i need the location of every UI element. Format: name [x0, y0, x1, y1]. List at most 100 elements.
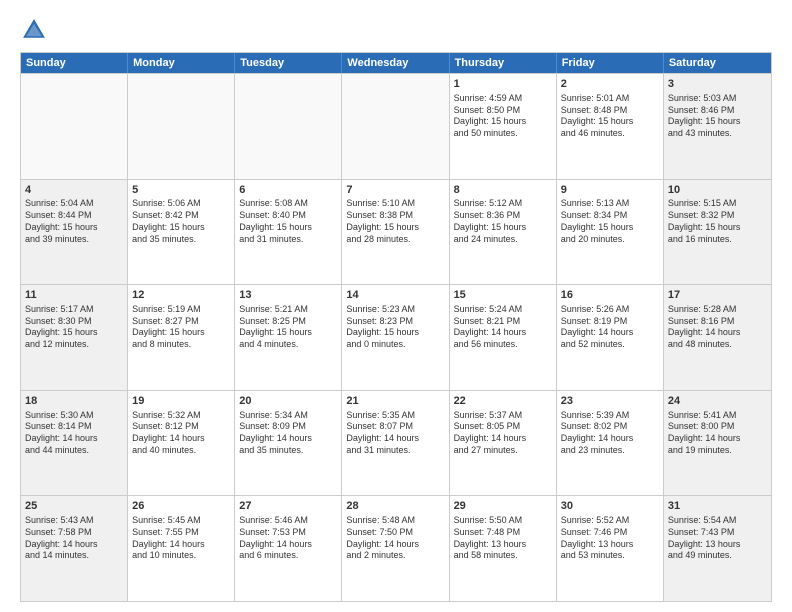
cell-text: Sunrise: 5:10 AM Sunset: 8:38 PM Dayligh…	[346, 198, 444, 245]
calendar-cell: 9Sunrise: 5:13 AM Sunset: 8:34 PM Daylig…	[557, 180, 664, 285]
weekday-header: Tuesday	[235, 53, 342, 73]
calendar-cell: 27Sunrise: 5:46 AM Sunset: 7:53 PM Dayli…	[235, 496, 342, 601]
cell-text: Sunrise: 5:17 AM Sunset: 8:30 PM Dayligh…	[25, 304, 123, 351]
calendar-row: 25Sunrise: 5:43 AM Sunset: 7:58 PM Dayli…	[21, 495, 771, 601]
day-number: 22	[454, 394, 552, 409]
calendar-cell: 5Sunrise: 5:06 AM Sunset: 8:42 PM Daylig…	[128, 180, 235, 285]
cell-text: Sunrise: 5:19 AM Sunset: 8:27 PM Dayligh…	[132, 304, 230, 351]
calendar-row: 4Sunrise: 5:04 AM Sunset: 8:44 PM Daylig…	[21, 179, 771, 285]
cell-text: Sunrise: 5:41 AM Sunset: 8:00 PM Dayligh…	[668, 410, 767, 457]
day-number: 10	[668, 183, 767, 198]
cell-text: Sunrise: 5:08 AM Sunset: 8:40 PM Dayligh…	[239, 198, 337, 245]
calendar-cell: 29Sunrise: 5:50 AM Sunset: 7:48 PM Dayli…	[450, 496, 557, 601]
calendar-cell: 22Sunrise: 5:37 AM Sunset: 8:05 PM Dayli…	[450, 391, 557, 496]
cell-text: Sunrise: 5:06 AM Sunset: 8:42 PM Dayligh…	[132, 198, 230, 245]
day-number: 24	[668, 394, 767, 409]
calendar-cell	[342, 74, 449, 179]
day-number: 19	[132, 394, 230, 409]
cell-text: Sunrise: 5:12 AM Sunset: 8:36 PM Dayligh…	[454, 198, 552, 245]
day-number: 4	[25, 183, 123, 198]
cell-text: Sunrise: 5:39 AM Sunset: 8:02 PM Dayligh…	[561, 410, 659, 457]
calendar-cell	[128, 74, 235, 179]
logo-icon	[20, 16, 48, 44]
calendar-cell: 4Sunrise: 5:04 AM Sunset: 8:44 PM Daylig…	[21, 180, 128, 285]
cell-text: Sunrise: 5:50 AM Sunset: 7:48 PM Dayligh…	[454, 515, 552, 562]
day-number: 26	[132, 499, 230, 514]
day-number: 17	[668, 288, 767, 303]
cell-text: Sunrise: 5:35 AM Sunset: 8:07 PM Dayligh…	[346, 410, 444, 457]
cell-text: Sunrise: 5:46 AM Sunset: 7:53 PM Dayligh…	[239, 515, 337, 562]
calendar-row: 18Sunrise: 5:30 AM Sunset: 8:14 PM Dayli…	[21, 390, 771, 496]
calendar-cell	[21, 74, 128, 179]
calendar-cell	[235, 74, 342, 179]
day-number: 23	[561, 394, 659, 409]
cell-text: Sunrise: 5:32 AM Sunset: 8:12 PM Dayligh…	[132, 410, 230, 457]
day-number: 13	[239, 288, 337, 303]
calendar-cell: 8Sunrise: 5:12 AM Sunset: 8:36 PM Daylig…	[450, 180, 557, 285]
page: SundayMondayTuesdayWednesdayThursdayFrid…	[0, 0, 792, 612]
day-number: 30	[561, 499, 659, 514]
day-number: 1	[454, 77, 552, 92]
day-number: 27	[239, 499, 337, 514]
cell-text: Sunrise: 5:13 AM Sunset: 8:34 PM Dayligh…	[561, 198, 659, 245]
calendar: SundayMondayTuesdayWednesdayThursdayFrid…	[20, 52, 772, 602]
day-number: 29	[454, 499, 552, 514]
cell-text: Sunrise: 5:34 AM Sunset: 8:09 PM Dayligh…	[239, 410, 337, 457]
cell-text: Sunrise: 5:37 AM Sunset: 8:05 PM Dayligh…	[454, 410, 552, 457]
calendar-cell: 13Sunrise: 5:21 AM Sunset: 8:25 PM Dayli…	[235, 285, 342, 390]
calendar-header: SundayMondayTuesdayWednesdayThursdayFrid…	[21, 53, 771, 73]
header	[20, 16, 772, 44]
cell-text: Sunrise: 5:45 AM Sunset: 7:55 PM Dayligh…	[132, 515, 230, 562]
day-number: 14	[346, 288, 444, 303]
calendar-cell: 15Sunrise: 5:24 AM Sunset: 8:21 PM Dayli…	[450, 285, 557, 390]
cell-text: Sunrise: 5:48 AM Sunset: 7:50 PM Dayligh…	[346, 515, 444, 562]
calendar-cell: 11Sunrise: 5:17 AM Sunset: 8:30 PM Dayli…	[21, 285, 128, 390]
weekday-header: Sunday	[21, 53, 128, 73]
calendar-cell: 20Sunrise: 5:34 AM Sunset: 8:09 PM Dayli…	[235, 391, 342, 496]
day-number: 16	[561, 288, 659, 303]
calendar-cell: 1Sunrise: 4:59 AM Sunset: 8:50 PM Daylig…	[450, 74, 557, 179]
day-number: 15	[454, 288, 552, 303]
calendar-cell: 19Sunrise: 5:32 AM Sunset: 8:12 PM Dayli…	[128, 391, 235, 496]
day-number: 21	[346, 394, 444, 409]
weekday-header: Thursday	[450, 53, 557, 73]
calendar-cell: 24Sunrise: 5:41 AM Sunset: 8:00 PM Dayli…	[664, 391, 771, 496]
day-number: 5	[132, 183, 230, 198]
calendar-cell: 14Sunrise: 5:23 AM Sunset: 8:23 PM Dayli…	[342, 285, 449, 390]
calendar-body: 1Sunrise: 4:59 AM Sunset: 8:50 PM Daylig…	[21, 73, 771, 601]
day-number: 11	[25, 288, 123, 303]
day-number: 31	[668, 499, 767, 514]
cell-text: Sunrise: 5:43 AM Sunset: 7:58 PM Dayligh…	[25, 515, 123, 562]
day-number: 6	[239, 183, 337, 198]
calendar-cell: 21Sunrise: 5:35 AM Sunset: 8:07 PM Dayli…	[342, 391, 449, 496]
calendar-cell: 10Sunrise: 5:15 AM Sunset: 8:32 PM Dayli…	[664, 180, 771, 285]
cell-text: Sunrise: 5:24 AM Sunset: 8:21 PM Dayligh…	[454, 304, 552, 351]
calendar-cell: 26Sunrise: 5:45 AM Sunset: 7:55 PM Dayli…	[128, 496, 235, 601]
calendar-cell: 31Sunrise: 5:54 AM Sunset: 7:43 PM Dayli…	[664, 496, 771, 601]
weekday-header: Monday	[128, 53, 235, 73]
calendar-cell: 3Sunrise: 5:03 AM Sunset: 8:46 PM Daylig…	[664, 74, 771, 179]
cell-text: Sunrise: 4:59 AM Sunset: 8:50 PM Dayligh…	[454, 93, 552, 140]
cell-text: Sunrise: 5:54 AM Sunset: 7:43 PM Dayligh…	[668, 515, 767, 562]
day-number: 2	[561, 77, 659, 92]
cell-text: Sunrise: 5:21 AM Sunset: 8:25 PM Dayligh…	[239, 304, 337, 351]
calendar-row: 1Sunrise: 4:59 AM Sunset: 8:50 PM Daylig…	[21, 73, 771, 179]
cell-text: Sunrise: 5:23 AM Sunset: 8:23 PM Dayligh…	[346, 304, 444, 351]
weekday-header: Saturday	[664, 53, 771, 73]
weekday-header: Wednesday	[342, 53, 449, 73]
calendar-cell: 18Sunrise: 5:30 AM Sunset: 8:14 PM Dayli…	[21, 391, 128, 496]
cell-text: Sunrise: 5:03 AM Sunset: 8:46 PM Dayligh…	[668, 93, 767, 140]
cell-text: Sunrise: 5:01 AM Sunset: 8:48 PM Dayligh…	[561, 93, 659, 140]
weekday-header: Friday	[557, 53, 664, 73]
calendar-cell: 30Sunrise: 5:52 AM Sunset: 7:46 PM Dayli…	[557, 496, 664, 601]
day-number: 25	[25, 499, 123, 514]
calendar-cell: 2Sunrise: 5:01 AM Sunset: 8:48 PM Daylig…	[557, 74, 664, 179]
calendar-row: 11Sunrise: 5:17 AM Sunset: 8:30 PM Dayli…	[21, 284, 771, 390]
day-number: 3	[668, 77, 767, 92]
cell-text: Sunrise: 5:30 AM Sunset: 8:14 PM Dayligh…	[25, 410, 123, 457]
calendar-cell: 25Sunrise: 5:43 AM Sunset: 7:58 PM Dayli…	[21, 496, 128, 601]
cell-text: Sunrise: 5:28 AM Sunset: 8:16 PM Dayligh…	[668, 304, 767, 351]
calendar-cell: 28Sunrise: 5:48 AM Sunset: 7:50 PM Dayli…	[342, 496, 449, 601]
cell-text: Sunrise: 5:52 AM Sunset: 7:46 PM Dayligh…	[561, 515, 659, 562]
calendar-cell: 7Sunrise: 5:10 AM Sunset: 8:38 PM Daylig…	[342, 180, 449, 285]
